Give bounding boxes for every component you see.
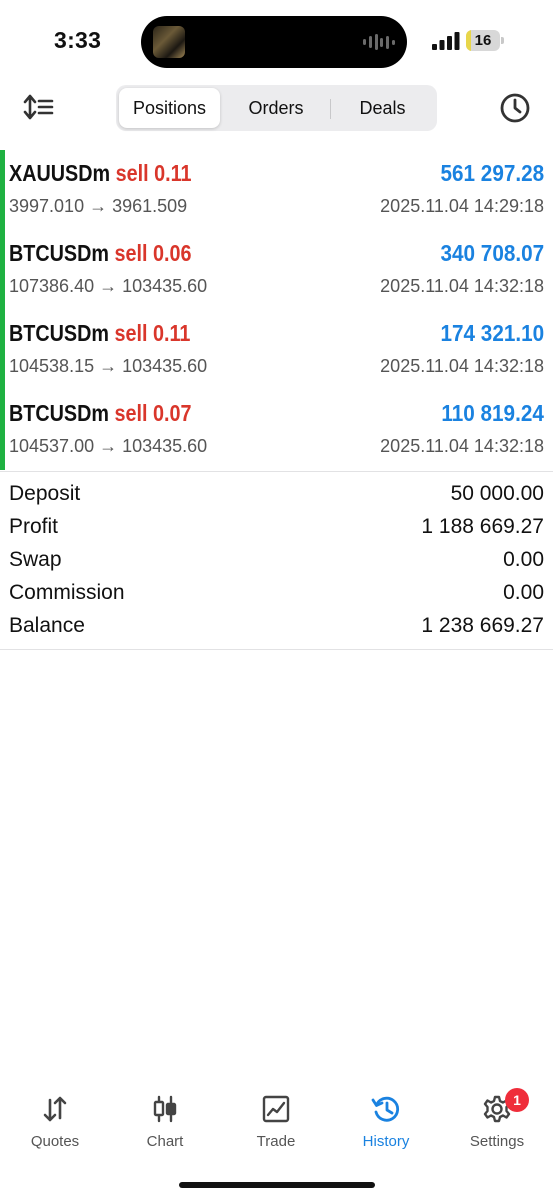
deal-profit: 340 708.07 (440, 240, 544, 266)
deal-prices: 104538.15 → 103435.60 (9, 356, 208, 376)
tab-label: Quotes (30, 1133, 80, 1150)
summary-label: Commission (9, 581, 125, 604)
summary-label: Balance (9, 614, 85, 637)
sort-icon[interactable] (22, 92, 56, 122)
deal-row[interactable]: BTCUSDm sell 0.11 174 321.10 104538.15 →… (0, 310, 553, 390)
cellular-signal-icon (432, 32, 460, 50)
deal-prices: 3997.010 → 3961.509 (9, 196, 188, 216)
history-toolbar: Positions Orders Deals (0, 82, 553, 138)
summary-label: Deposit (9, 482, 81, 505)
tab-quotes[interactable]: Quotes (0, 1080, 110, 1160)
symbol-name: BTCUSDm (9, 240, 110, 266)
summary-value: 1 188 669.27 (421, 515, 544, 538)
tab-label: History (362, 1133, 410, 1150)
summary-label: Swap (9, 548, 62, 571)
symbol-name: BTCUSDm (9, 320, 110, 346)
deal-profit: 174 321.10 (440, 320, 544, 346)
deal-symbol: XAUUSDm sell 0.11 (9, 160, 192, 187)
audio-waveform-icon (363, 33, 395, 51)
deal-side: sell 0.11 (114, 320, 191, 346)
candlestick-icon (153, 1095, 177, 1123)
battery-tip (501, 37, 504, 44)
deal-side: sell 0.06 (114, 240, 192, 266)
deal-symbol: BTCUSDm sell 0.06 (9, 240, 191, 267)
tab-label: Settings (469, 1133, 525, 1150)
deal-row[interactable]: XAUUSDm sell 0.11 561 297.28 3997.010 → … (0, 150, 553, 230)
status-bar: 3:33 16 (0, 0, 553, 82)
deal-time: 2025.11.04 14:32:18 (380, 276, 544, 296)
summary-row-commission: Commission 0.00 (0, 577, 553, 610)
deal-time: 2025.11.04 14:29:18 (380, 196, 544, 216)
deal-symbol: BTCUSDm sell 0.07 (9, 400, 191, 427)
status-time: 3:33 (54, 27, 102, 53)
quotes-arrows-icon (43, 1096, 67, 1122)
summary-value: 0.00 (503, 548, 544, 571)
deal-side: sell 0.11 (115, 160, 192, 186)
account-summary: Deposit 50 000.00 Profit 1 188 669.27 Sw… (0, 478, 553, 644)
symbol-name: BTCUSDm (9, 400, 110, 426)
battery-icon: 16 (466, 30, 500, 51)
deal-prices: 104537.00 → 103435.60 (9, 436, 208, 456)
tab-orders[interactable]: Orders (223, 88, 329, 128)
deals-list: XAUUSDm sell 0.11 561 297.28 3997.010 → … (0, 150, 553, 470)
deal-profit: 561 297.28 (440, 160, 544, 186)
list-divider (0, 471, 553, 472)
tab-positions[interactable]: Positions (119, 88, 220, 128)
summary-value: 0.00 (503, 581, 544, 604)
deal-row[interactable]: BTCUSDm sell 0.07 110 819.24 104537.00 →… (0, 390, 553, 470)
deal-row[interactable]: BTCUSDm sell 0.06 340 708.07 107386.40 →… (0, 230, 553, 310)
summary-divider (0, 649, 553, 650)
dynamic-island[interactable] (141, 16, 407, 68)
tab-label: Chart (146, 1133, 184, 1150)
history-icon (371, 1096, 400, 1122)
deal-profit: 110 819.24 (441, 400, 544, 426)
tab-deals[interactable]: Deals (331, 88, 434, 128)
tab-history[interactable]: History (331, 1080, 441, 1160)
trade-chart-icon (262, 1095, 290, 1123)
summary-row-deposit: Deposit 50 000.00 (0, 478, 553, 511)
now-playing-artwork (153, 26, 185, 58)
bottom-tab-bar: Quotes Chart Trade History 1 Settings (0, 1080, 553, 1170)
deal-time: 2025.11.04 14:32:18 (380, 356, 544, 376)
tab-settings[interactable]: 1 Settings (442, 1080, 552, 1160)
symbol-name: XAUUSDm (9, 160, 111, 186)
deal-prices: 107386.40 → 103435.60 (9, 276, 208, 296)
notification-badge: 1 (505, 1088, 529, 1112)
summary-label: Profit (9, 515, 59, 538)
tab-label: Trade (256, 1133, 296, 1150)
view-segmented-control: Positions Orders Deals (116, 85, 437, 131)
clock-icon[interactable] (498, 91, 532, 125)
home-indicator[interactable] (179, 1182, 375, 1188)
battery-percent: 16 (474, 32, 492, 49)
deal-time: 2025.11.04 14:32:18 (380, 436, 544, 456)
summary-row-swap: Swap 0.00 (0, 544, 553, 577)
summary-value: 50 000.00 (450, 482, 544, 505)
summary-row-profit: Profit 1 188 669.27 (0, 511, 553, 544)
tab-chart[interactable]: Chart (110, 1080, 220, 1160)
summary-value: 1 238 669.27 (421, 614, 544, 637)
tab-trade[interactable]: Trade (221, 1080, 331, 1160)
summary-row-balance: Balance 1 238 669.27 (0, 610, 553, 643)
deal-symbol: BTCUSDm sell 0.11 (9, 320, 190, 347)
deal-side: sell 0.07 (114, 400, 192, 426)
